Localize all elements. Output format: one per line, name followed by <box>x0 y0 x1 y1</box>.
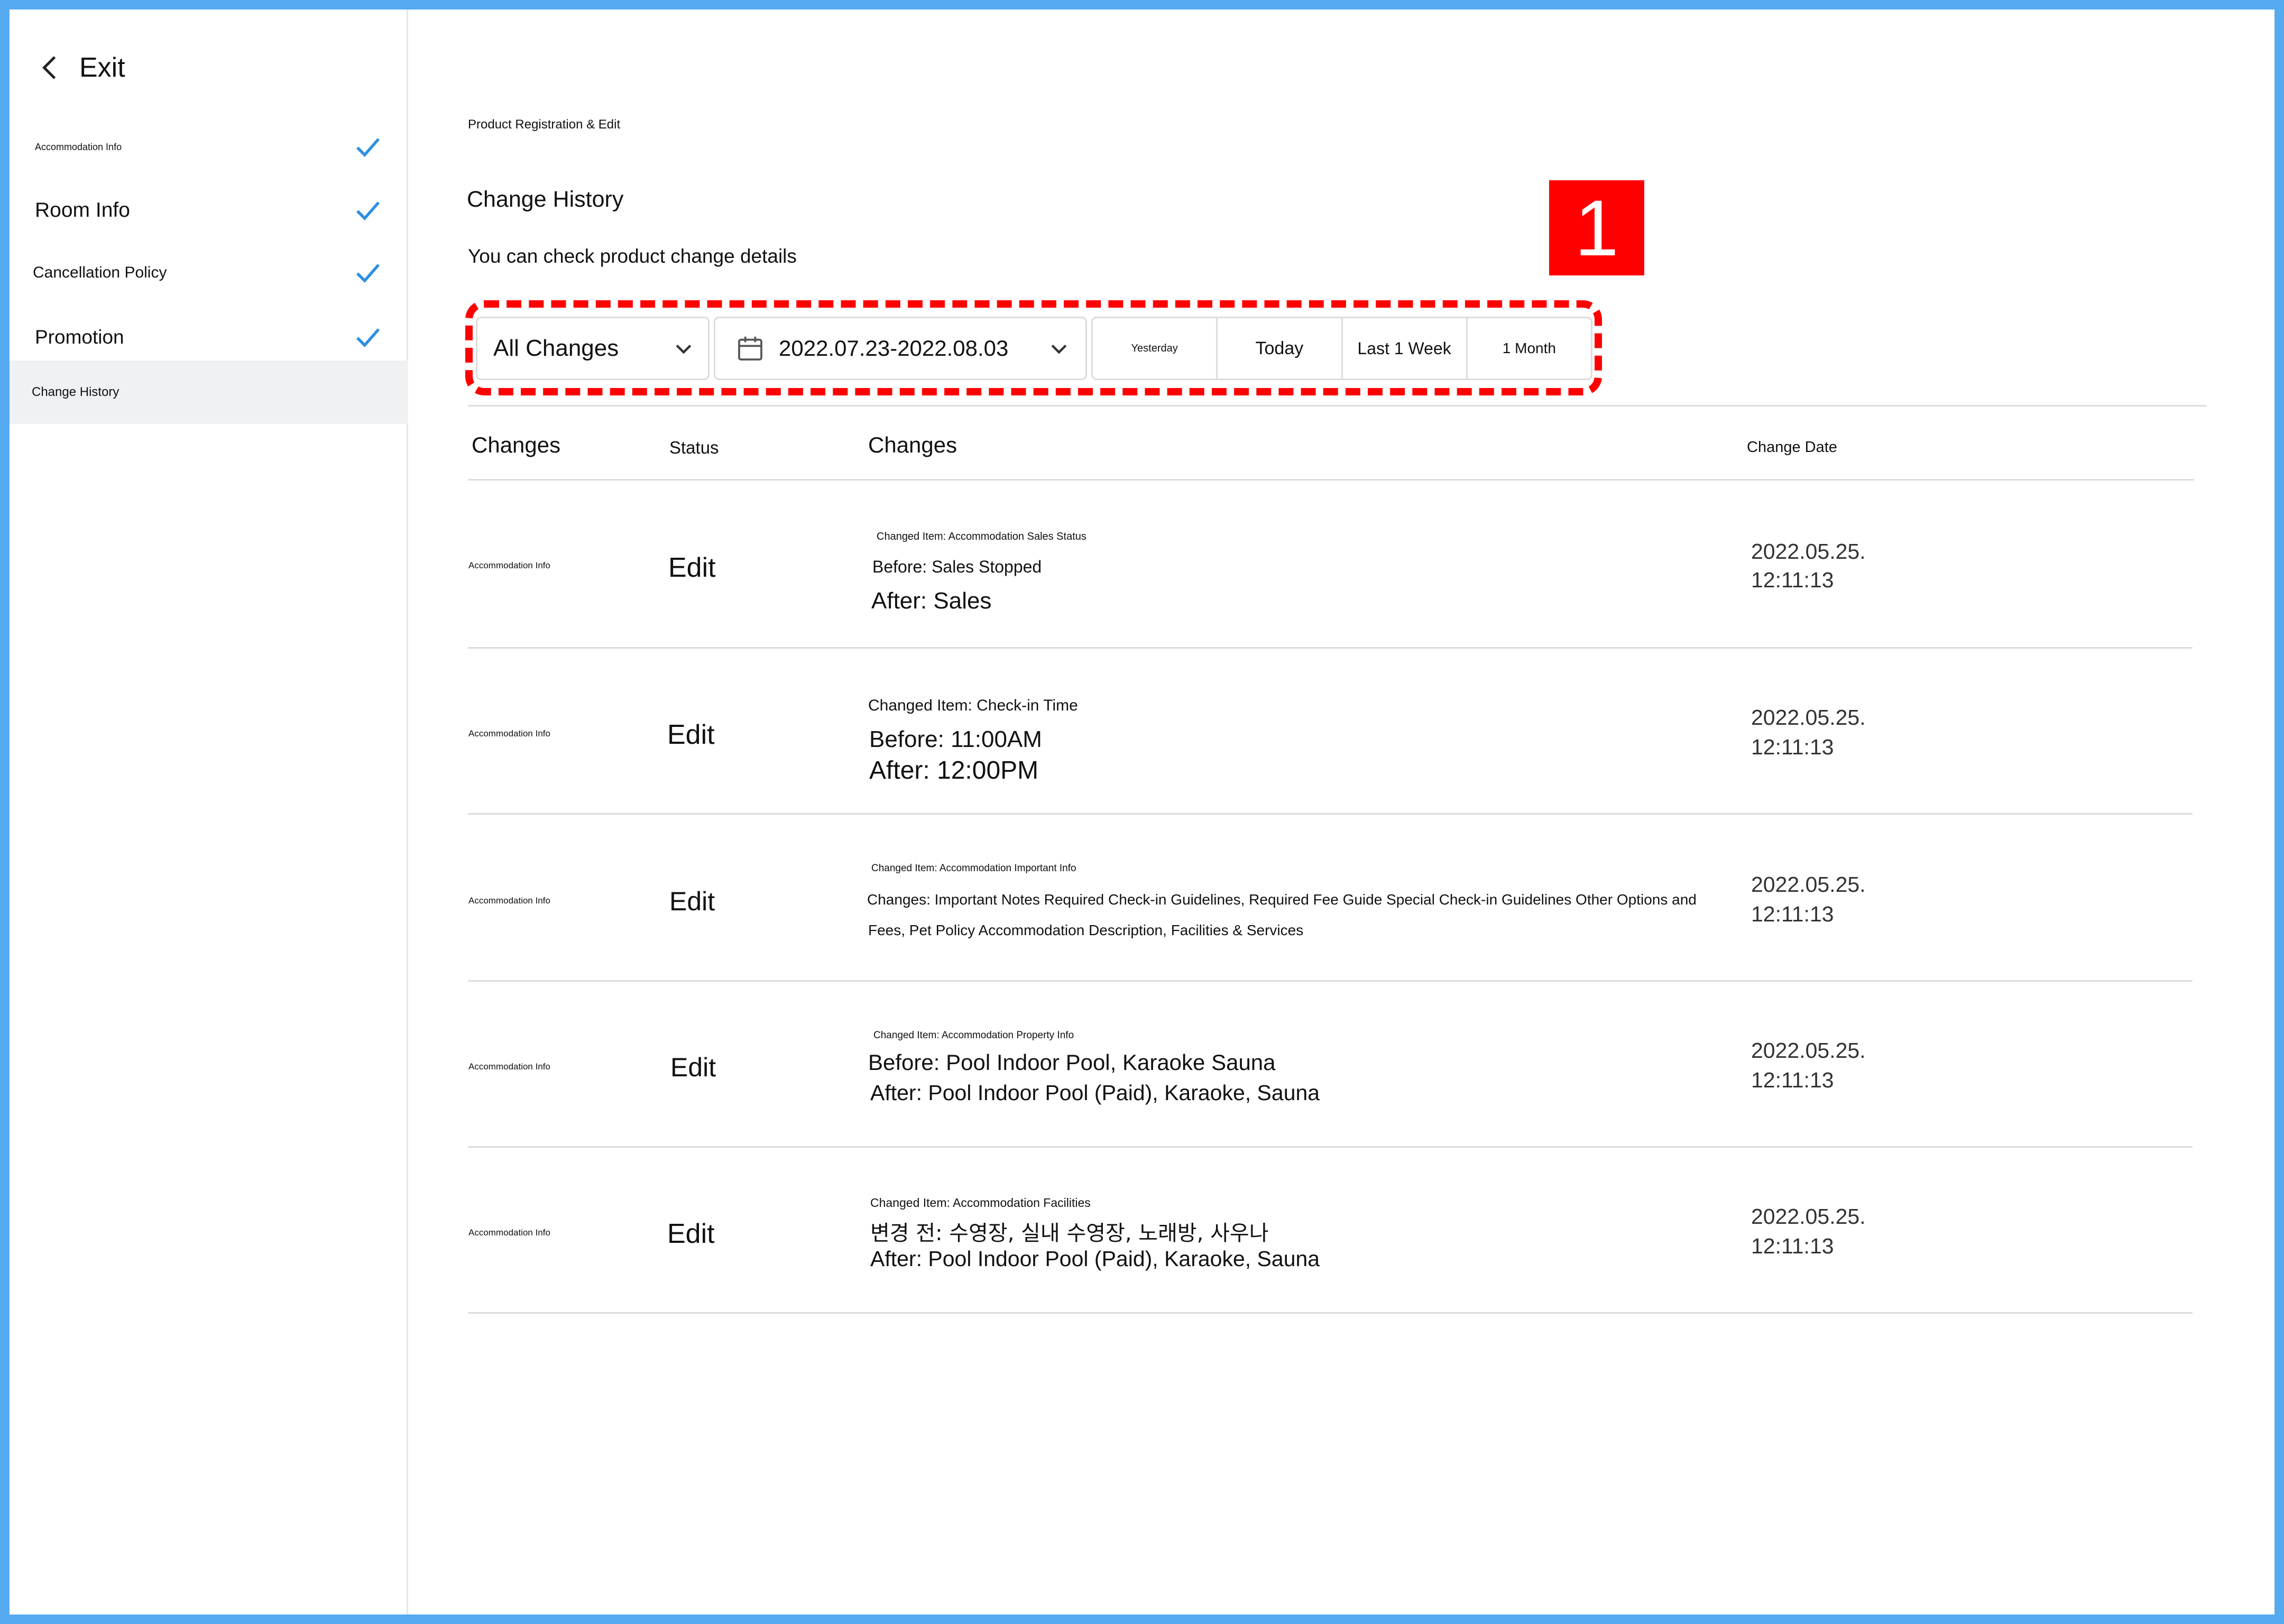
row-category: Accommodation Info <box>468 728 550 739</box>
sidebar-item-label: Change History <box>32 385 119 399</box>
column-header-change-date: Change Date <box>1747 439 1837 456</box>
divider <box>468 1312 2193 1314</box>
row-detail-before: Before: Sales Stopped <box>872 557 1042 576</box>
divider <box>468 980 2193 982</box>
sidebar-item-change-history[interactable]: Change History <box>10 361 408 424</box>
sidebar-item-promotion[interactable]: Promotion <box>10 316 408 358</box>
row-detail-after: After: Pool Indoor Pool (Paid), Karaoke,… <box>870 1081 1320 1105</box>
check-icon <box>356 138 380 158</box>
row-change-date: 2022.05.25. <box>1751 872 1866 897</box>
app-window: Exit Accommodation Info Room Info Cancel… <box>10 10 2274 1614</box>
page-title: Change History <box>467 187 624 212</box>
sidebar-item-cancellation-policy[interactable]: Cancellation Policy <box>10 252 408 294</box>
row-status: Edit <box>667 1219 715 1249</box>
row-status: Edit <box>668 552 716 583</box>
sidebar-item-label: Promotion <box>35 326 124 348</box>
row-change-date: 2022.05.25. <box>1751 539 1866 564</box>
sidebar: Exit Accommodation Info Room Info Cancel… <box>10 10 408 1614</box>
divider <box>468 813 2193 815</box>
row-detail-after: After: 12:00PM <box>869 756 1039 785</box>
row-category: Accommodation Info <box>468 560 550 570</box>
row-detail-after: After: Sales <box>871 588 992 614</box>
column-header-detail: Changes <box>868 432 957 457</box>
annotation-highlight <box>465 300 1602 395</box>
row-status: Edit <box>667 719 715 750</box>
sidebar-item-room-info[interactable]: Room Info <box>10 189 408 232</box>
page-description: You can check product change details <box>468 245 797 267</box>
row-change-time: 12:11:13 <box>1751 568 1834 592</box>
row-detail-before: Changes: Important Notes Required Check-… <box>867 891 1697 908</box>
column-header-status: Status <box>669 438 719 457</box>
exit-label: Exit <box>79 52 125 83</box>
divider <box>468 405 2206 407</box>
row-change-time: 12:11:13 <box>1751 1068 1834 1092</box>
row-category: Accommodation Info <box>468 896 550 906</box>
breadcrumb: Product Registration & Edit <box>468 117 621 132</box>
row-change-time: 12:11:13 <box>1751 735 1834 759</box>
sidebar-item-label: Cancellation Policy <box>33 264 167 281</box>
divider <box>468 479 2194 481</box>
exit-button[interactable]: Exit <box>35 47 125 89</box>
divider <box>468 1146 2193 1148</box>
row-detail-before: 변경 전: 수영장, 실내 수영장, 노래방, 사우나 <box>870 1221 1269 1245</box>
row-detail-after: After: Pool Indoor Pool (Paid), Karaoke,… <box>870 1247 1320 1271</box>
row-status: Edit <box>669 887 715 916</box>
sidebar-item-accommodation-info[interactable]: Accommodation Info <box>10 126 408 168</box>
row-change-date: 2022.05.25. <box>1751 1038 1866 1063</box>
row-changed-item: Changed Item: Accommodation Sales Status <box>877 531 1086 542</box>
row-changed-item: Changed Item: Check-in Time <box>868 697 1078 714</box>
row-changed-item: Changed Item: Accommodation Important In… <box>871 863 1076 874</box>
row-change-time: 12:11:13 <box>1751 1234 1834 1258</box>
divider <box>468 647 2193 649</box>
row-change-date: 2022.05.25. <box>1751 705 1866 730</box>
sidebar-item-label: Room Info <box>35 199 130 222</box>
row-change-date: 2022.05.25. <box>1751 1204 1866 1229</box>
sidebar-item-label: Accommodation Info <box>35 141 122 152</box>
row-category: Accommodation Info <box>468 1228 550 1238</box>
check-icon <box>356 201 380 221</box>
row-status: Edit <box>670 1053 716 1082</box>
row-detail-after: Fees, Pet Policy Accommodation Descripti… <box>868 922 1304 938</box>
chevron-left-icon <box>42 56 56 79</box>
check-icon <box>356 328 380 348</box>
column-header-changes: Changes <box>472 432 561 457</box>
check-icon <box>356 264 380 283</box>
row-change-time: 12:11:13 <box>1751 902 1834 926</box>
annotation-badge: 1 <box>1549 180 1644 275</box>
row-detail-before: Before: 11:00AM <box>869 726 1042 752</box>
row-changed-item: Changed Item: Accommodation Facilities <box>870 1196 1091 1210</box>
row-changed-item: Changed Item: Accommodation Property Inf… <box>873 1030 1074 1041</box>
row-detail-before: Before: Pool Indoor Pool, Karaoke Sauna <box>868 1050 1276 1075</box>
row-category: Accommodation Info <box>468 1062 550 1072</box>
